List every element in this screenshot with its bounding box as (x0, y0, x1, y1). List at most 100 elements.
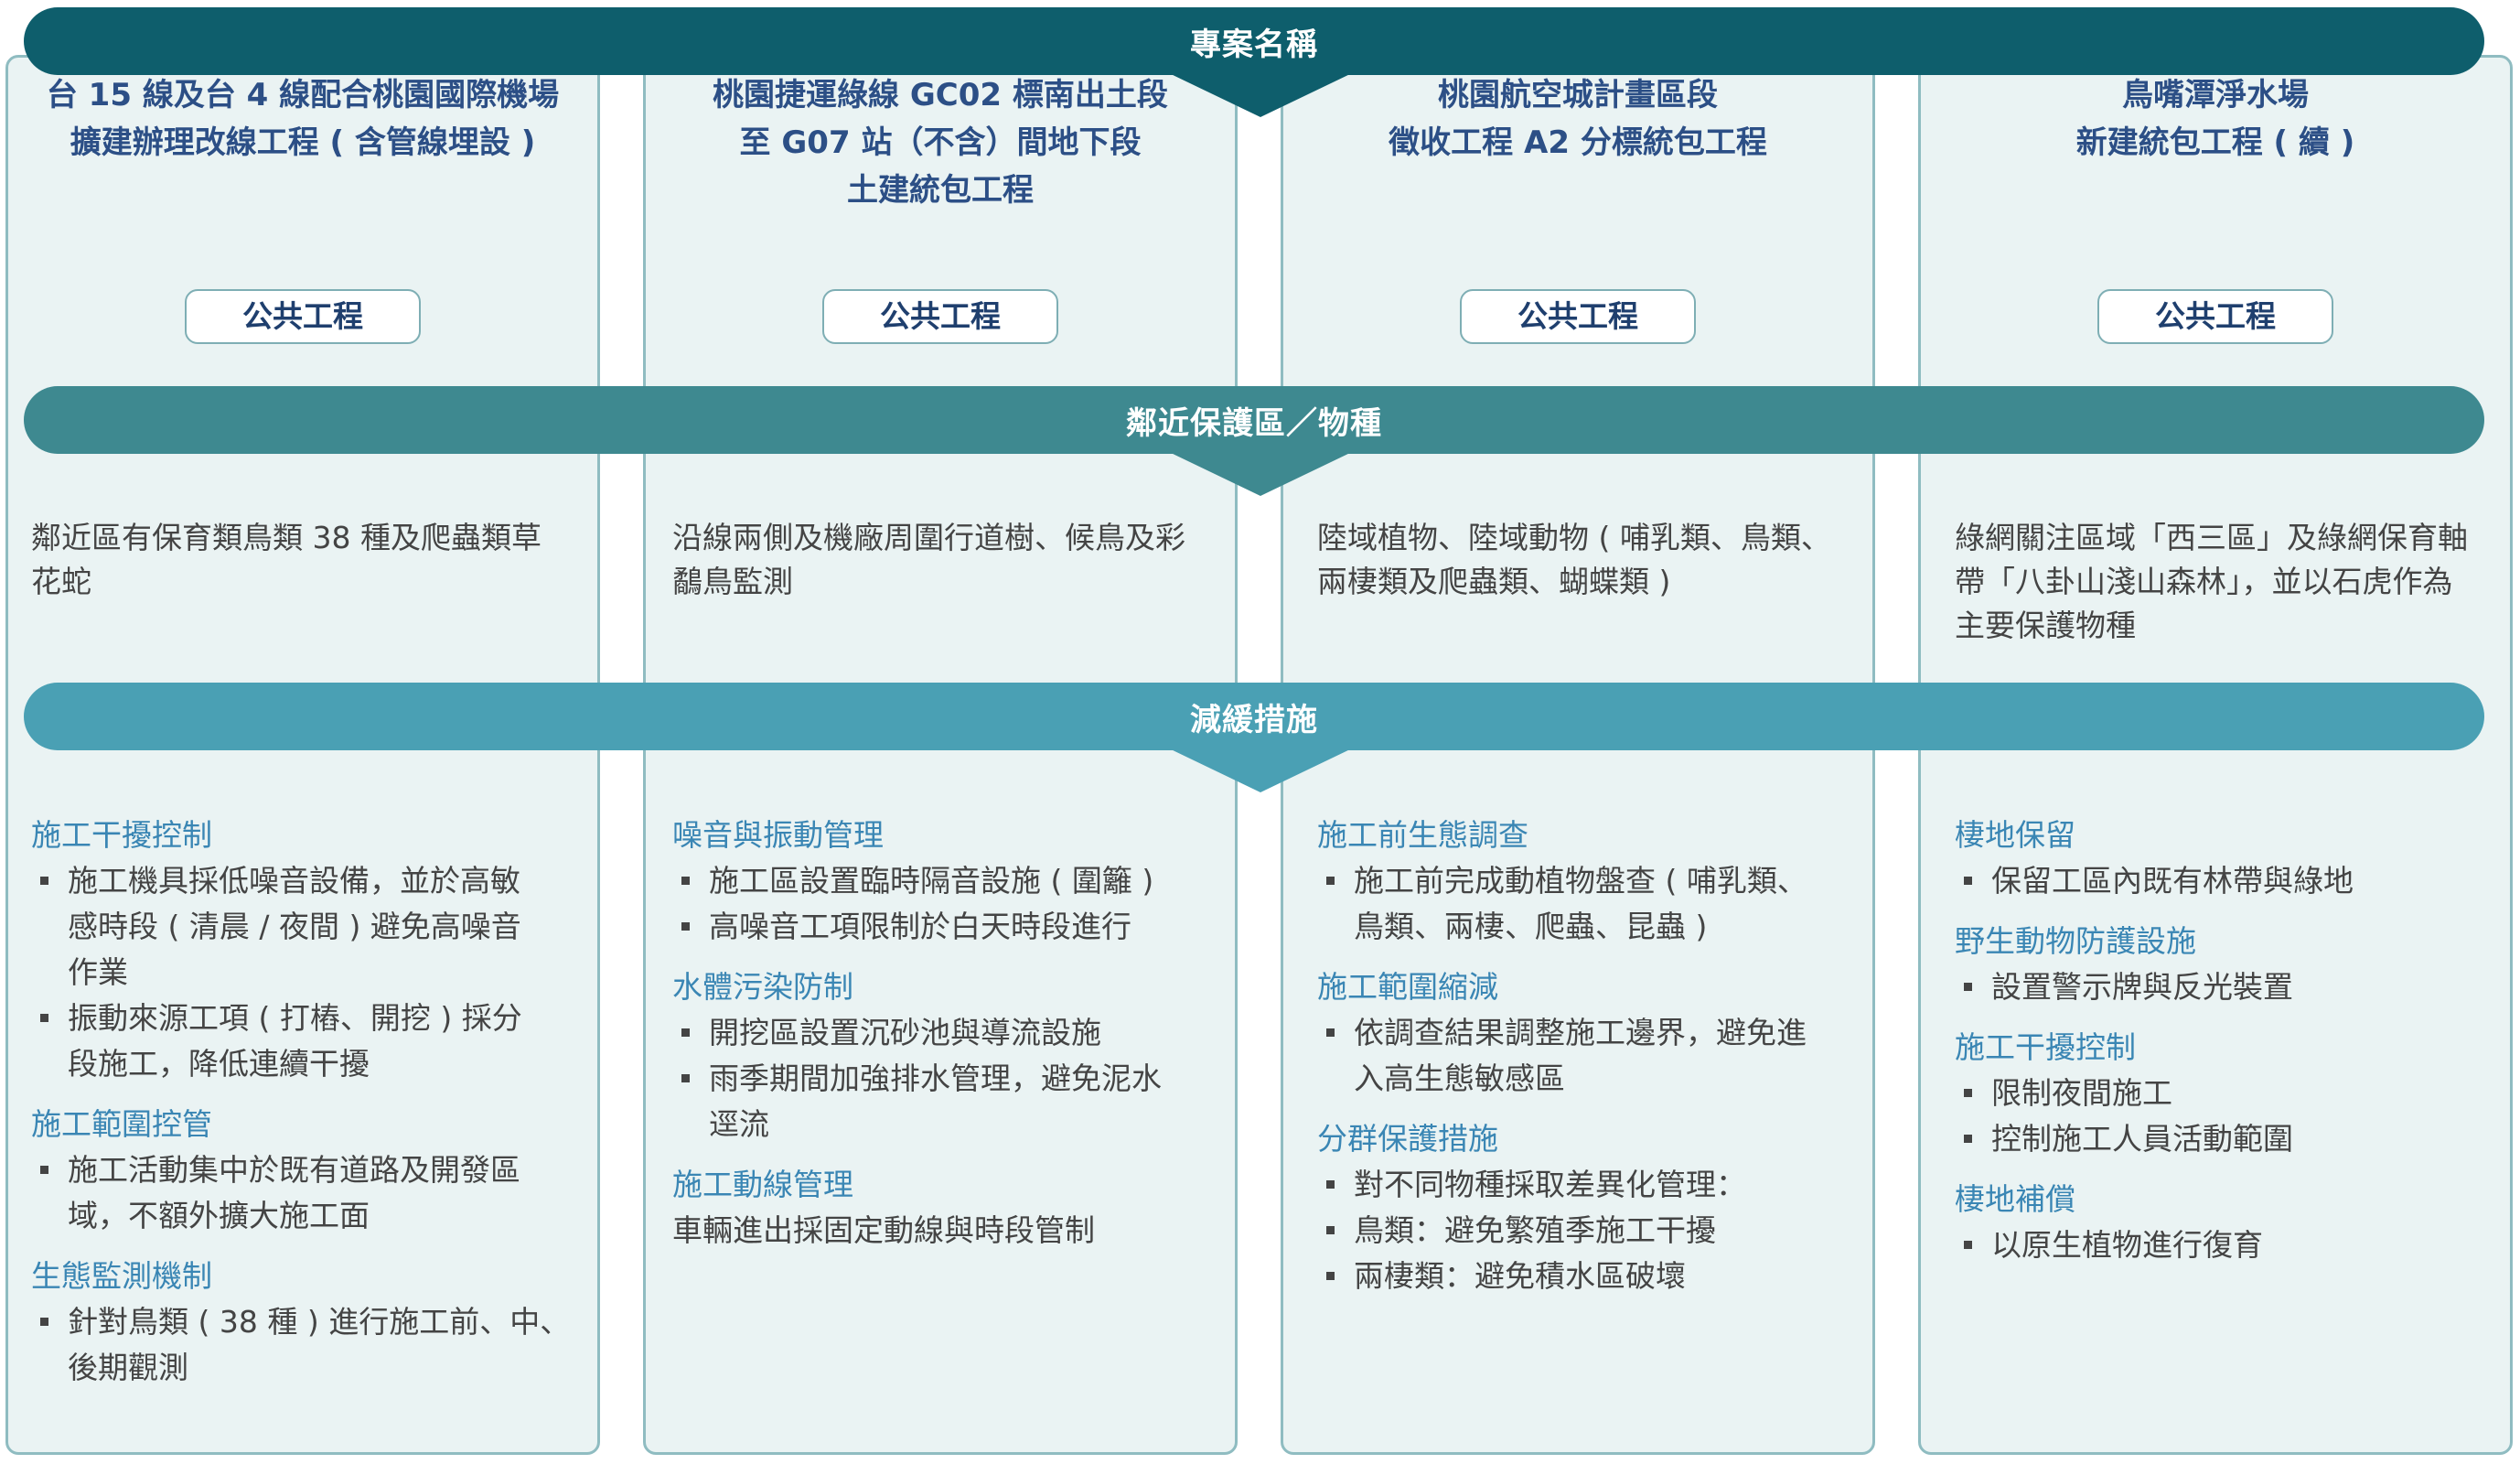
mitigation-item: 振動來源工項 ( 打樁、開挖 ) 採分 段施工，降低連續干擾 (31, 996, 570, 1087)
mitigation-item: 兩棲類：避免積水區破壞 (1317, 1254, 1807, 1299)
mitigation-item: 對不同物種採取差異化管理： (1317, 1162, 1807, 1208)
mitigation-item-line: 以原生植物進行復育 (1991, 1227, 2263, 1263)
project-title-line: 擴建辦理改線工程 ( 含管線埋設 ) (70, 124, 536, 161)
mitigation-group: 生態監測機制 針對鳥類 ( 38 種 ) 進行施工前、中、 後期觀測 (31, 1254, 570, 1391)
project-title-line: 桃園捷運綠線 GC02 標南出土段 (713, 77, 1168, 113)
mitigation-item-line: 對不同物種採取差異化管理： (1354, 1167, 1746, 1202)
mitigation-item-line: 鳥類：避免繁殖季施工干擾 (1354, 1212, 1716, 1248)
mitigation-item: 以原生植物進行復育 (1955, 1222, 2354, 1268)
mitigation-group: 分群保護措施 對不同物種採取差異化管理： 鳥類：避免繁殖季施工干擾 兩棲類：避免… (1317, 1116, 1807, 1299)
bullet-icon (681, 877, 690, 885)
mitigation-item-line: 開挖區設置沉砂池與導流設施 (709, 1015, 1101, 1050)
mitigation-list-3: 施工前生態調查 施工前完成動植物盤查 ( 哺乳類、 鳥類、兩棲、爬蟲、昆蟲 ) … (1317, 813, 1807, 1314)
mitigation-item: 施工活動集中於既有道路及開發區 域，不額外擴大施工面 (31, 1147, 570, 1239)
mitigation-item-line: 兩棲類：避免積水區破壞 (1354, 1258, 1686, 1294)
mitigation-group: 噪音與振動管理 施工區設置臨時隔音設施 ( 圍籬 ) 高噪音工項限制於白天時段進… (672, 813, 1162, 950)
bullet-icon (681, 1074, 690, 1082)
mitigation-item-line: 後期觀測 (68, 1350, 188, 1385)
mitigation-item: 施工機具採低噪音設備，並於高敏 感時段 ( 清晨 / 夜間 ) 避免高噪音 作業 (31, 858, 570, 996)
mitigation-item-line: 限制夜間施工 (1991, 1075, 2172, 1111)
category-badge-2: 公共工程 (822, 289, 1058, 344)
project-title-line: 土建統包工程 (847, 172, 1034, 209)
mitigation-item: 保留工區內既有林帶與綠地 (1955, 858, 2354, 904)
mitigation-item: 施工區設置臨時隔音設施 ( 圍籬 ) (672, 858, 1162, 904)
mitigation-group-title: 施工範圍控管 (31, 1106, 212, 1142)
mitigation-list-1: 施工干擾控制 施工機具採低噪音設備，並於高敏 感時段 ( 清晨 / 夜間 ) 避… (31, 813, 570, 1405)
category-badge-1: 公共工程 (185, 289, 421, 344)
mitigation-item: 鳥類：避免繁殖季施工干擾 (1317, 1208, 1807, 1254)
mitigation-group: 施工干擾控制 限制夜間施工 控制施工人員活動範圍 (1955, 1025, 2354, 1162)
mitigation-group-title: 噪音與振動管理 (672, 817, 884, 853)
bullet-icon (1964, 983, 1972, 991)
mitigation-item: 開挖區設置沉砂池與導流設施 (672, 1010, 1162, 1056)
mitigation-item-line: 振動來源工項 ( 打樁、開挖 ) 採分 (68, 1000, 522, 1036)
mitigation-group-title: 施工干擾控制 (31, 817, 212, 853)
mitigation-group: 棲地保留 保留工區內既有林帶與綠地 (1955, 813, 2354, 904)
mitigation-item-line: 雨季期間加強排水管理，避免泥水 (709, 1060, 1162, 1096)
mitigation-group: 野生動物防護設施 設置警示牌與反光裝置 (1955, 919, 2354, 1010)
species-line: 沿線兩側及機廠周圍行道樹、候鳥及彩 (672, 520, 1185, 555)
mitigation-item-line: 入高生態敏感區 (1354, 1060, 1565, 1096)
mitigation-item-line: 施工活動集中於既有道路及開發區 (68, 1152, 520, 1188)
species-text-1: 鄰近區有保育類鳥類 38 種及爬蟲類草 花蛇 (31, 516, 542, 604)
mitigation-item-line: 高噪音工項限制於白天時段進行 (709, 909, 1131, 944)
mitigation-list-2: 噪音與振動管理 施工區設置臨時隔音設施 ( 圍籬 ) 高噪音工項限制於白天時段進… (672, 813, 1162, 1268)
mitigation-item: 針對鳥類 ( 38 種 ) 進行施工前、中、 後期觀測 (31, 1299, 570, 1391)
bullet-icon (1326, 1272, 1335, 1280)
mitigation-item-line: 保留工區內既有林帶與綠地 (1991, 863, 2354, 899)
bullet-icon (1326, 1180, 1335, 1189)
project-title-line: 徵收工程 A2 分標統包工程 (1389, 124, 1767, 161)
project-title-line: 新建統包工程 ( 續 ) (2075, 124, 2355, 161)
mitigation-group-title: 水體污染防制 (672, 969, 853, 1005)
species-line: 鄰近區有保育類鳥類 38 種及爬蟲類草 (31, 520, 542, 555)
mitigation-group: 水體污染防制 開挖區設置沉砂池與導流設施 雨季期間加強排水管理，避免泥水 逕流 (672, 964, 1162, 1147)
mitigation-group-title: 棲地保留 (1955, 817, 2075, 853)
mitigation-item-line: 域，不額外擴大施工面 (68, 1198, 370, 1233)
mitigation-group: 施工範圍縮減 依調查結果調整施工邊界，避免進 入高生態敏感區 (1317, 964, 1807, 1102)
mitigation-item-line: 施工機具採低噪音設備，並於高敏 (68, 863, 520, 899)
project-title-line: 鳥嘴潭淨水場 (2122, 77, 2309, 113)
species-line: 綠網關注區域「西三區」及綠網保育軸 (1955, 520, 2468, 555)
bullet-icon (40, 1318, 48, 1326)
project-title-line: 至 G07 站（不含）間地下段 (739, 124, 1142, 161)
bullet-icon (681, 1028, 690, 1037)
bullet-icon (40, 1166, 48, 1174)
mitigation-group: 棲地補償 以原生植物進行復育 (1955, 1177, 2354, 1268)
bullet-icon (1964, 877, 1972, 885)
bullet-icon (1964, 1089, 1972, 1097)
category-badge-4: 公共工程 (2097, 289, 2333, 344)
species-text-4: 綠網關注區域「西三區」及綠網保育軸 帶「八卦山淺山森林」，並以石虎作為 主要保護… (1955, 516, 2468, 648)
mitigation-group: 施工干擾控制 施工機具採低噪音設備，並於高敏 感時段 ( 清晨 / 夜間 ) 避… (31, 813, 570, 1087)
mitigation-group-title: 野生動物防護設施 (1955, 923, 2196, 959)
mitigation-item-line: 鳥類、兩棲、爬蟲、昆蟲 ) (1354, 909, 1708, 944)
mitigation-item-line: 依調查結果調整施工邊界，避免進 (1354, 1015, 1807, 1050)
bullet-icon (40, 877, 48, 885)
mitigation-item: 雨季期間加強排水管理，避免泥水 逕流 (672, 1056, 1162, 1147)
category-badge-3: 公共工程 (1460, 289, 1696, 344)
mitigation-item-line: 施工區設置臨時隔音設施 ( 圍籬 ) (709, 863, 1154, 899)
project-title-line: 台 15 線及台 4 線配合桃園國際機場 (46, 77, 560, 113)
mitigation-group-title: 分群保護措施 (1317, 1121, 1498, 1157)
mitigation-item-line: 逕流 (709, 1106, 769, 1142)
band-protected-area: 鄰近保護區／物種 (24, 386, 2484, 454)
band-protected-area-pointer (1169, 452, 1352, 496)
mitigation-group-title: 施工前生態調查 (1317, 817, 1528, 853)
mitigation-item-line: 針對鳥類 ( 38 種 ) 進行施工前、中、 (68, 1304, 571, 1340)
species-text-3: 陸域植物、陸域動物 ( 哺乳類、鳥類、 兩棲類及爬蟲類、蝴蝶類 ) (1317, 516, 1831, 604)
bullet-icon (681, 922, 690, 931)
project-title-line: 桃園航空城計畫區段 (1438, 77, 1718, 113)
mitigation-item-line: 段施工，降低連續干擾 (68, 1046, 370, 1082)
species-text-2: 沿線兩側及機廠周圍行道樹、候鳥及彩 鷸鳥監測 (672, 516, 1185, 604)
bullet-icon (1326, 1226, 1335, 1234)
mitigation-group-title: 施工範圍縮減 (1317, 969, 1498, 1005)
species-line: 鷸鳥監測 (672, 564, 793, 599)
mitigation-group-title: 生態監測機制 (31, 1258, 212, 1294)
mitigation-list-4: 棲地保留 保留工區內既有林帶與綠地 野生動物防護設施 設置警示牌與反光裝置 施工… (1955, 813, 2354, 1283)
mitigation-item-line: 設置警示牌與反光裝置 (1991, 969, 2293, 1005)
mitigation-item: 施工前完成動植物盤查 ( 哺乳類、 鳥類、兩棲、爬蟲、昆蟲 ) (1317, 858, 1807, 950)
mitigation-group: 施工動線管理 車輛進出採固定動線與時段管制 (672, 1162, 1162, 1254)
mitigation-plain-text: 車輛進出採固定動線與時段管制 (672, 1212, 1095, 1248)
band-project-name: 專案名稱 (24, 7, 2484, 75)
project-title-2: 桃園捷運綠線 GC02 標南出土段 至 G07 站（不含）間地下段 土建統包工程 (643, 71, 1238, 214)
band-mitigation: 減緩措施 (24, 683, 2484, 750)
